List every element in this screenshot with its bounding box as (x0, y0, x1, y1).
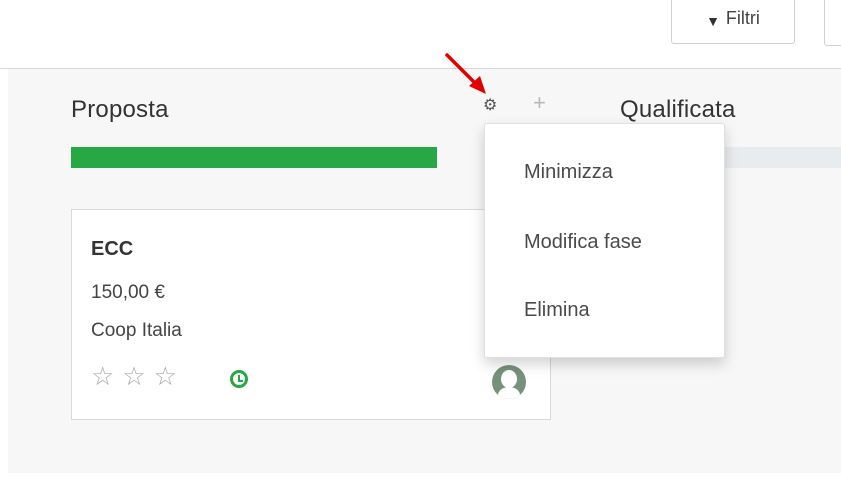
kanban-card[interactable]: ECC 150,00 € Coop Italia ☆ ☆ ☆ (71, 209, 551, 420)
column-dropdown-menu: Minimizza Modifica fase Elimina (484, 123, 725, 358)
avatar-icon[interactable] (492, 365, 526, 399)
filter-label: Filtri (725, 8, 760, 28)
star-icon[interactable]: ☆ (91, 362, 114, 390)
annotation-arrow (445, 53, 486, 94)
card-amount: 150,00 € (91, 282, 165, 303)
star-icon[interactable]: ☆ (122, 362, 145, 390)
filter-icon: ▼ (706, 13, 720, 29)
next-button[interactable] (824, 0, 841, 46)
card-company: Coop Italia (91, 320, 182, 341)
menu-item-delete[interactable]: Elimina (524, 299, 590, 322)
star-icon[interactable]: ☆ (154, 362, 177, 390)
clock-icon[interactable] (230, 370, 248, 388)
menu-item-edit-stage[interactable]: Modifica fase (524, 231, 642, 254)
column-title-proposta: Proposta (71, 96, 169, 123)
column-progress-bar[interactable] (71, 147, 437, 168)
plus-icon[interactable]: + (533, 92, 546, 114)
priority-stars: ☆ ☆ ☆ (91, 362, 177, 390)
control-panel: ▼ Filtri (0, 0, 841, 69)
card-title: ECC (91, 238, 134, 260)
menu-item-minimize[interactable]: Minimizza (524, 161, 613, 184)
column-title-qualificata: Qualificata (620, 96, 736, 123)
filter-button[interactable]: ▼ Filtri (671, 0, 795, 44)
